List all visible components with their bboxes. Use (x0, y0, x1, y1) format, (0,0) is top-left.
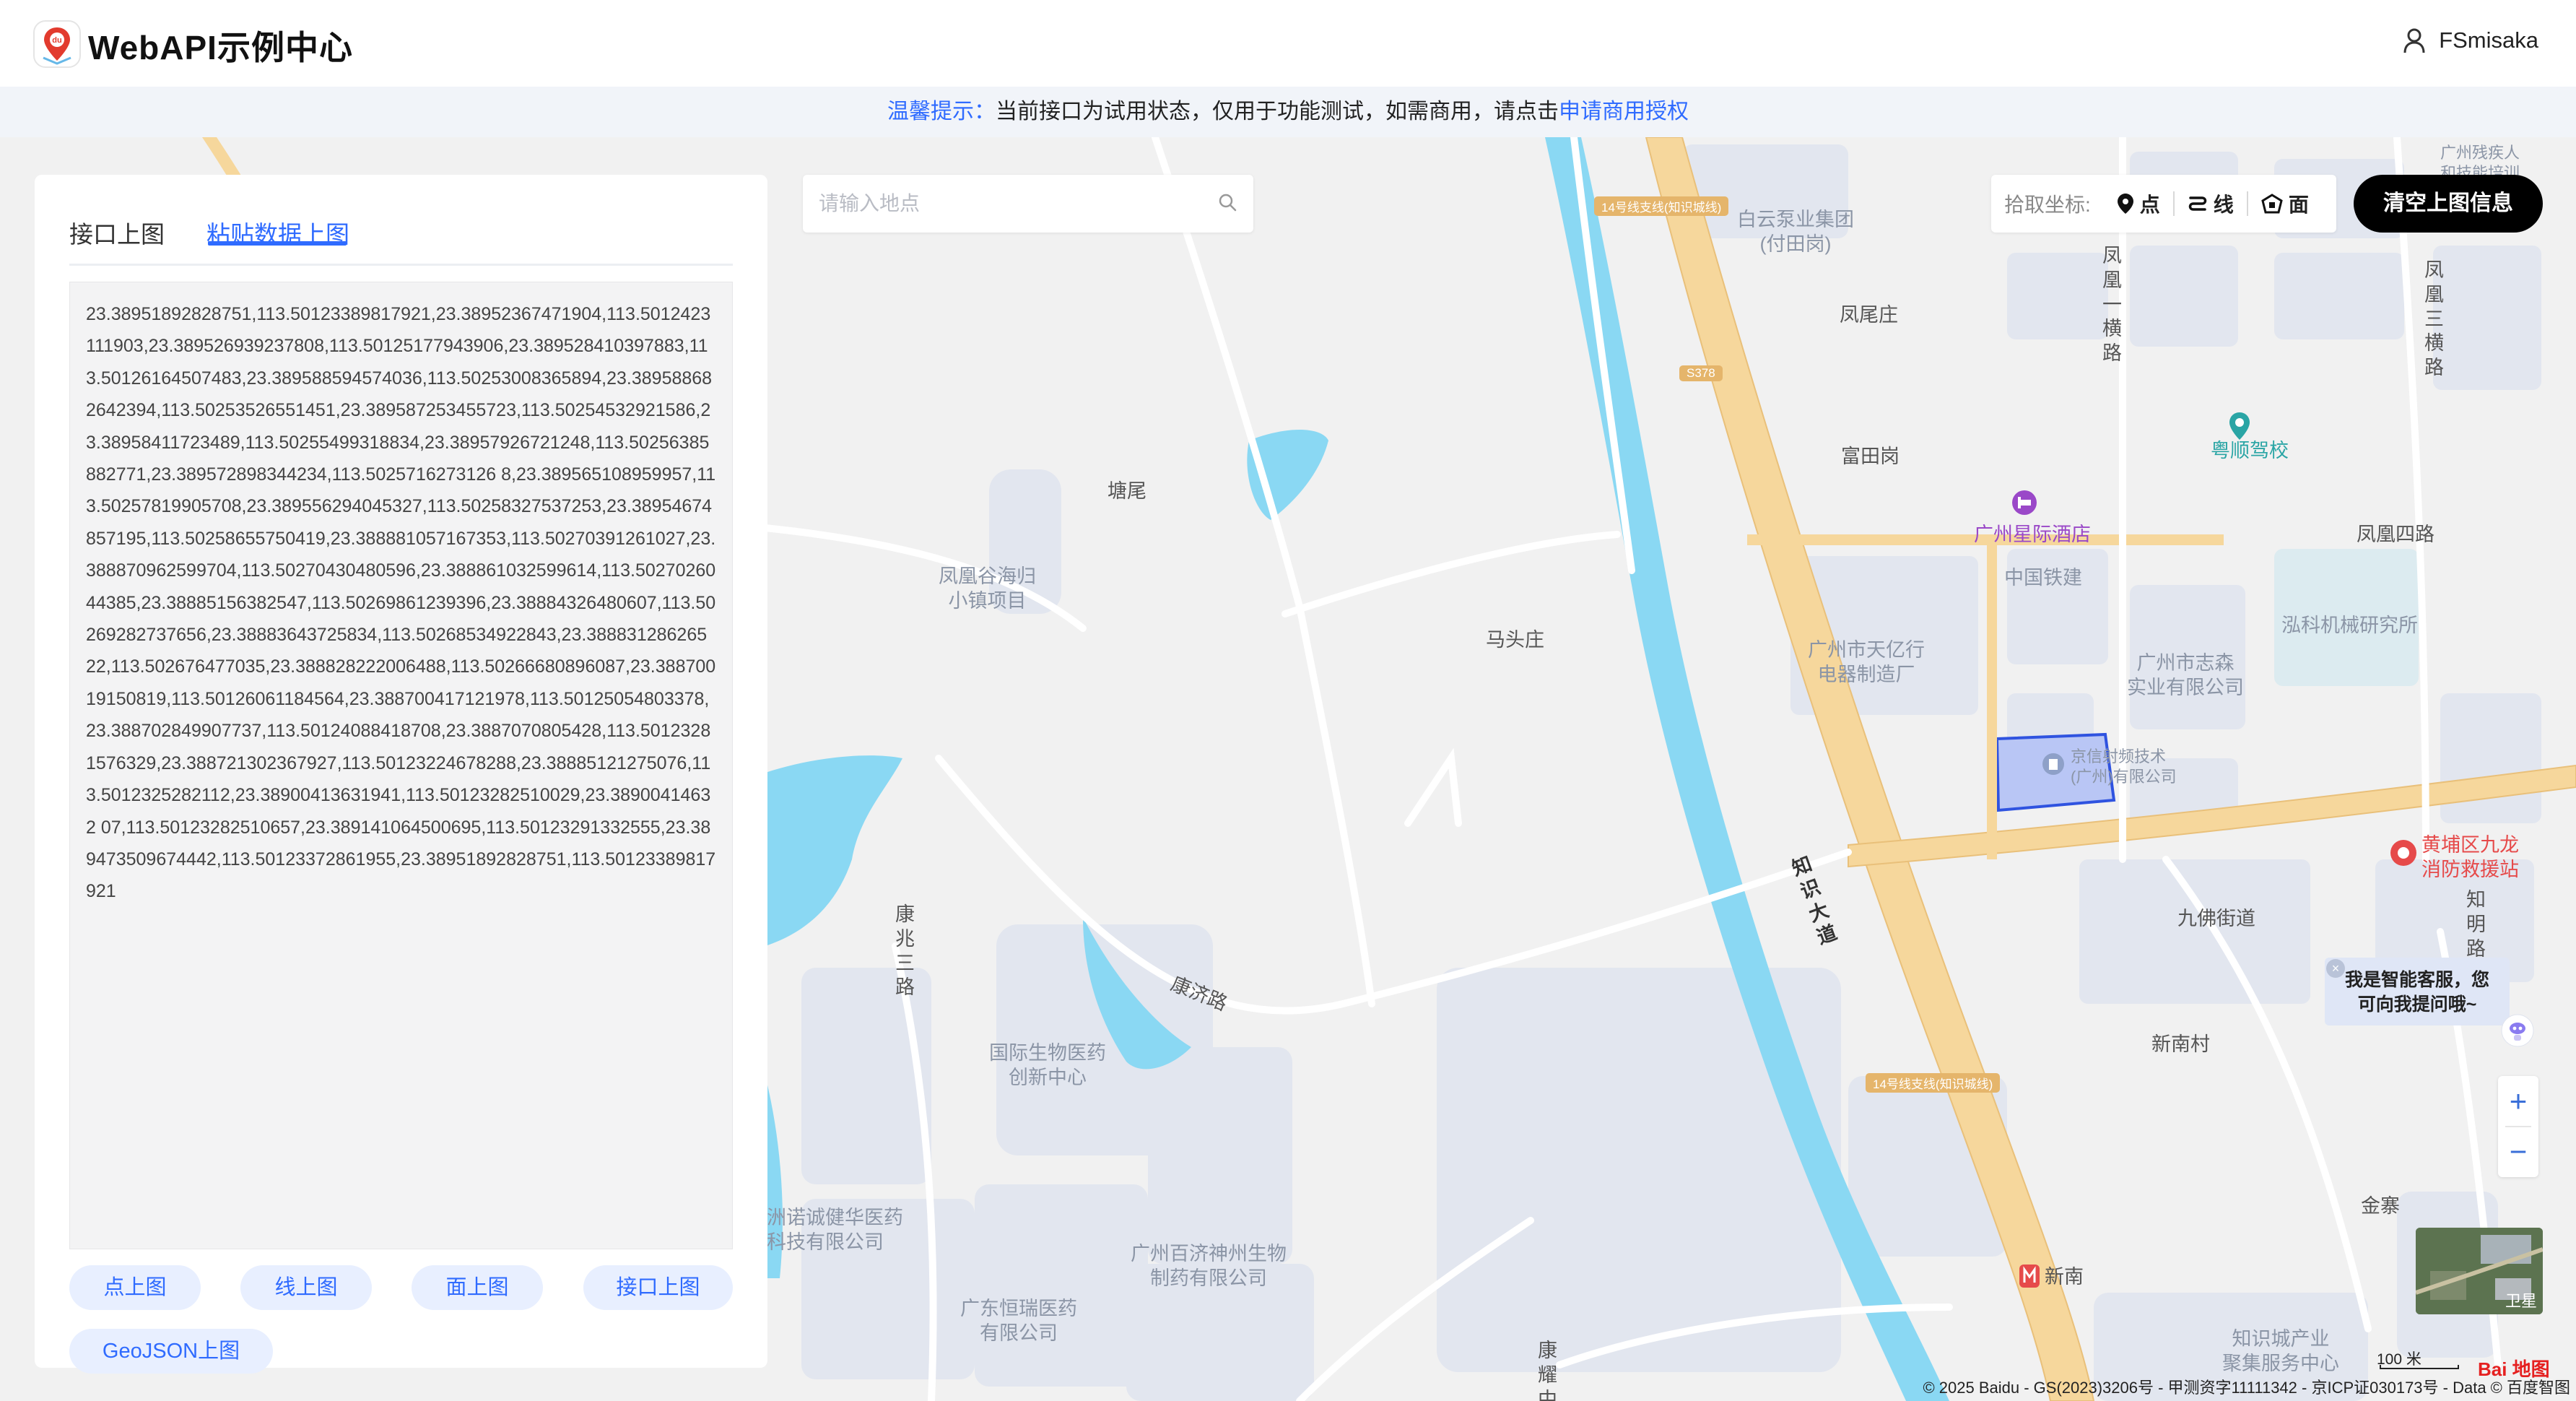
map-copyright: © 2025 Baidu - GS(2023)3206号 - 甲测资字11111… (1923, 1379, 2570, 1397)
label-fenghuang-3[interactable]: 凤凰三横路 (2424, 259, 2446, 381)
user-icon (2403, 28, 2425, 53)
label-zhishi-industry[interactable]: 知识城产业 聚集服务中心 (2222, 1327, 2339, 1376)
coordinate-picker-label: 拾取坐标: (2004, 194, 2091, 216)
baidu-map-logo-icon[interactable]: du (33, 20, 81, 68)
label-futiangang[interactable]: 富田岗 (1841, 445, 1900, 469)
tab-api-upload[interactable]: 接口上图 (69, 215, 165, 250)
satellite-toggle[interactable]: 卫星 (2416, 1228, 2543, 1314)
label-hengrui[interactable]: 广东恒瑞医药 有限公司 (960, 1297, 1077, 1346)
label-jiufo[interactable]: 九佛街道 (2177, 907, 2255, 932)
search-icon[interactable] (1217, 192, 1237, 212)
label-xinnan-village[interactable]: 新南村 (2151, 1033, 2210, 1057)
pick-point-button[interactable]: 点 (2104, 189, 2173, 218)
label-baiji[interactable]: 广州百济神州生物 制药有限公司 (1131, 1242, 1287, 1291)
user-name: FSmisaka (2439, 27, 2538, 53)
label-xingji-hotel[interactable]: 广州星际酒店 (1974, 523, 2091, 547)
label-baiyun-pump[interactable]: 白云泵业集团 (付田岗) (1737, 208, 1854, 257)
scale-bar (2380, 1365, 2459, 1369)
app-title: WebAPI示例中心 (88, 29, 353, 66)
label-hongke[interactable]: 泓科机械研究所 (2281, 614, 2418, 638)
geojson-upload-button[interactable]: GeoJSON上图 (69, 1329, 273, 1374)
line-route-icon (2188, 196, 2207, 211)
polygon-upload-button[interactable]: 面上图 (412, 1265, 543, 1310)
chat-tip-line-1: 我是智能客服，您 (2344, 970, 2489, 990)
coordinates-textarea[interactable] (69, 282, 733, 1249)
pick-polygon-button[interactable]: 面 (2248, 189, 2322, 218)
assistant-robot-icon[interactable] (2501, 1014, 2534, 1047)
label-tianyixing[interactable]: 广州市天亿行 电器制造厂 (1808, 638, 1925, 688)
zoom-control: + − (2498, 1076, 2538, 1177)
notice-prefix: 温馨提示： (887, 100, 996, 123)
hotel-icon[interactable] (2011, 490, 2037, 516)
label-bio-center[interactable]: 国际生物医药 创新中心 (989, 1041, 1106, 1090)
label-kangzhao-3[interactable]: 康兆三路 (895, 903, 917, 1000)
building-blocks (801, 144, 2541, 1401)
company-icon[interactable] (2042, 752, 2065, 776)
panel-tabs: 接口上图 粘贴数据上图 (69, 195, 733, 266)
line-upload-button[interactable]: 线上图 (240, 1265, 372, 1310)
zoom-out-button[interactable]: − (2498, 1127, 2538, 1177)
label-yueshun[interactable]: 粤顺驾校 (2211, 439, 2289, 464)
label-zhisen[interactable]: 广州市志森 实业有限公司 (2127, 651, 2244, 700)
label-fengwei[interactable]: 凤尾庄 (1840, 303, 1898, 328)
clear-upload-button[interactable]: 清空上图信息 (2354, 175, 2543, 233)
label-fenghuanggu[interactable]: 凤凰谷海归 小镇项目 (939, 565, 1036, 614)
trial-notice-bar: 温馨提示：当前接口为试用状态，仅用于功能测试，如需商用，请点击申请商用授权 (0, 87, 2576, 137)
label-crcc[interactable]: 中国铁建 (2004, 566, 2082, 591)
active-tab-indicator (208, 241, 347, 246)
top-header: du WebAPI示例中心 FSmisaka (0, 0, 2576, 87)
label-fenghuang-4[interactable]: 凤凰四路 (2357, 523, 2434, 547)
polygon-area-icon (2261, 194, 2283, 214)
point-upload-button[interactable]: 点上图 (69, 1265, 201, 1310)
label-jianhua[interactable]: 洲诺诚健华医药 科技有限公司 (767, 1206, 903, 1255)
metro-station-icon[interactable] (2019, 1264, 2040, 1288)
chat-tip-close-icon[interactable]: × (2326, 959, 2345, 978)
label-xinnan-station[interactable]: 新南 (2045, 1265, 2084, 1290)
zoom-in-button[interactable]: + (2498, 1076, 2538, 1127)
label-zhiming[interactable]: 知明路 (2466, 888, 2488, 961)
user-menu[interactable]: FSmisaka (2403, 27, 2538, 53)
api-upload-button[interactable]: 接口上图 (583, 1265, 733, 1310)
pick-line-button[interactable]: 线 (2175, 189, 2247, 218)
notice-text: 当前接口为试用状态，仅用于功能测试，如需商用，请点击 (996, 100, 1559, 123)
label-fenghuang-1[interactable]: 凤凰一横路 (2102, 244, 2124, 366)
place-search-input[interactable] (819, 188, 1194, 220)
point-pin-icon (2117, 194, 2133, 214)
s378-tag: S378 (1679, 365, 1723, 381)
chat-tip-line-2: 可向我提问哦~ (2357, 994, 2477, 1015)
label-tangwei[interactable]: 塘尾 (1108, 480, 1146, 504)
label-jingxin[interactable]: 京信射频技术 (广州)有限公司 (2071, 747, 2177, 786)
label-fire-station[interactable]: 黄埔区九龙 消防救援站 (2421, 833, 2519, 882)
satellite-label: 卫星 (2505, 1292, 2537, 1310)
ai-assistant-tip[interactable]: 我是智能客服，您 可向我提问哦~ (2325, 958, 2510, 1025)
poi-pin-icon[interactable] (2228, 412, 2251, 441)
upload-button-row: 点上图 线上图 面上图 接口上图 GeoJSON上图 (69, 1265, 733, 1374)
data-upload-panel: 接口上图 粘贴数据上图 点上图 线上图 面上图 接口上图 GeoJSON上图 (35, 175, 767, 1374)
label-jinzhai[interactable]: 金寨 (2361, 1194, 2400, 1219)
label-matouzhuang[interactable]: 马头庄 (1486, 628, 1544, 653)
place-search-box (803, 175, 1253, 233)
coordinate-picker: 拾取坐标: 点 线 面 (1991, 175, 2336, 233)
metro-line-tag: 14号线支线(知识城线) (1594, 196, 1729, 216)
metro-line-tag-bottom: 14号线支线(知识城线) (1866, 1073, 2001, 1093)
svg-text:du: du (52, 36, 61, 45)
label-kangyao[interactable]: 康耀中路 (1538, 1339, 1559, 1401)
fire-station-icon[interactable] (2390, 839, 2417, 867)
apply-license-link[interactable]: 申请商用授权 (1559, 100, 1689, 123)
